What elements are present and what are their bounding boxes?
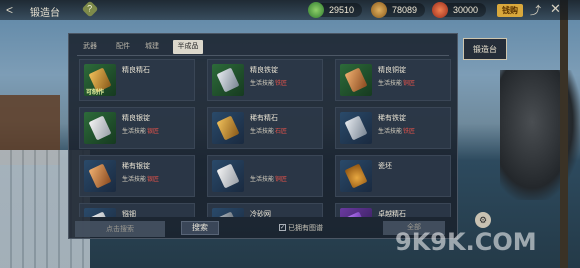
owned-filter-checkbox[interactable]: ✓ — [279, 224, 286, 231]
item-icon-frame — [212, 160, 244, 192]
inlay-icon — [88, 211, 112, 217]
item-icon-frame — [340, 208, 372, 217]
item-name: 稀有铁锭 — [378, 115, 406, 122]
close-icon[interactable]: ✕ — [550, 1, 561, 17]
item-name: 冷砂网 — [250, 211, 271, 217]
crafting-panel: 武器 配件 城建 半成品 可制作 精良精石 精良铁锭 生活技能铁匠 精良铜锭 生… — [68, 33, 458, 239]
silver-ingot-icon — [88, 115, 112, 141]
iron-ingot-icon — [216, 67, 240, 93]
item-icon-frame — [340, 112, 372, 144]
red-crystal-icon — [432, 2, 448, 18]
back-button[interactable]: < — [6, 3, 13, 17]
recipe-grid: 可制作 精良精石 精良铁锭 生活技能铁匠 精良铜锭 生活技能铜匠 精良银锭 生活… — [79, 59, 451, 217]
recipe-item[interactable]: 可制作 精良精石 — [79, 59, 195, 101]
crystal-currency: 30000 — [432, 2, 486, 18]
watermark: 9K9K.COM — [395, 228, 537, 256]
item-name: 精良铁锭 — [250, 67, 278, 74]
item-name: 镪钿 — [122, 211, 136, 217]
rare-ore-icon — [216, 115, 240, 141]
skill-requirement: 生活技能铜匠 — [250, 177, 288, 183]
recipe-item[interactable]: 稀有精石 生活技能石匠 — [207, 107, 323, 149]
side-tab-forge[interactable]: 锻造台 — [463, 38, 507, 60]
item-icon-frame — [84, 160, 116, 192]
help-icon[interactable]: ? — [81, 0, 99, 18]
jade-coin-icon — [308, 2, 324, 18]
recipe-item[interactable]: 稀有银锭 生活技能银匠 — [79, 155, 195, 197]
search-button[interactable]: 搜索 — [181, 221, 219, 235]
item-icon-frame — [84, 112, 116, 144]
copper-currency: 78089 — [371, 2, 425, 18]
crystal-amount: 30000 — [452, 5, 478, 15]
item-name: 稀有精石 — [250, 115, 278, 122]
item-icon-frame — [84, 208, 116, 217]
skill-requirement: 生活技能石匠 — [250, 129, 288, 135]
settings-icon[interactable]: ⚙ — [475, 212, 491, 228]
tab-semi-finished[interactable]: 半成品 — [173, 40, 203, 54]
recipe-item[interactable]: 稀有铁锭 生活技能铁匠 — [335, 107, 451, 149]
rare-copper-ingot-icon — [216, 163, 240, 189]
item-icon-frame — [212, 208, 244, 217]
search-input[interactable] — [75, 221, 165, 237]
skill-requirement: 生活技能银匠 — [122, 177, 160, 183]
porcelain-jar-icon — [344, 163, 368, 189]
tab-construction[interactable]: 城建 — [141, 40, 163, 54]
background-mast — [560, 0, 568, 268]
tab-accessories[interactable]: 配件 — [112, 40, 134, 54]
item-name: 稀有银锭 — [122, 163, 150, 170]
share-icon[interactable]: ⤴ — [530, 2, 541, 18]
purchase-button[interactable]: 钱购 — [497, 4, 523, 17]
skill-requirement: 生活技能铁匠 — [378, 129, 416, 135]
copper-ingot-icon — [344, 67, 368, 93]
top-bar: < 锻造台 ? 29510 78089 30000 钱购 ⤴ ✕ — [0, 0, 580, 20]
rare-iron-ingot-icon — [344, 115, 368, 141]
item-icon-frame — [340, 160, 372, 192]
recipe-item[interactable]: 精良铁锭 生活技能铁匠 — [207, 59, 323, 101]
rare-silver-ingot-icon — [88, 163, 112, 189]
item-icon-frame — [212, 64, 244, 96]
jade-amount: 29510 — [328, 5, 354, 15]
item-icon-frame — [340, 64, 372, 96]
item-name: 瓷坯 — [378, 163, 392, 170]
copper-coin-icon — [371, 2, 387, 18]
recipe-item[interactable]: 精良银锭 生活技能银匠 — [79, 107, 195, 149]
recipe-item[interactable]: 镪钿 — [79, 203, 195, 217]
jade-currency: 29510 — [308, 2, 362, 18]
sand-net-icon — [216, 211, 240, 217]
recipe-item[interactable]: 卓越精石 — [335, 203, 451, 217]
item-name: 精良铜锭 — [378, 67, 406, 74]
recipe-item[interactable]: 冷砂网 — [207, 203, 323, 217]
item-name: 精良银锭 — [122, 115, 150, 122]
tab-weapons[interactable]: 武器 — [79, 40, 101, 54]
item-name: 卓越精石 — [378, 211, 406, 217]
page-title: 锻造台 — [30, 8, 60, 19]
item-icon-frame — [212, 112, 244, 144]
item-name: 精良精石 — [122, 67, 150, 74]
copper-amount: 78089 — [391, 5, 417, 15]
skill-requirement: 生活技能铁匠 — [250, 81, 288, 87]
excellent-ore-icon — [344, 211, 368, 217]
skill-requirement: 生活技能铜匠 — [378, 81, 416, 87]
recipe-item[interactable]: 精良铜锭 生活技能铜匠 — [335, 59, 451, 101]
recipe-item[interactable]: 生活技能铜匠 — [207, 155, 323, 197]
owned-filter-label: 已拥有图谱 — [288, 225, 323, 232]
skill-requirement: 生活技能银匠 — [122, 129, 160, 135]
recipe-item[interactable]: 瓷坯 — [335, 155, 451, 197]
craftable-tag: 可制作 — [86, 90, 105, 96]
background-anvil — [500, 70, 580, 200]
tab-divider — [77, 55, 449, 56]
